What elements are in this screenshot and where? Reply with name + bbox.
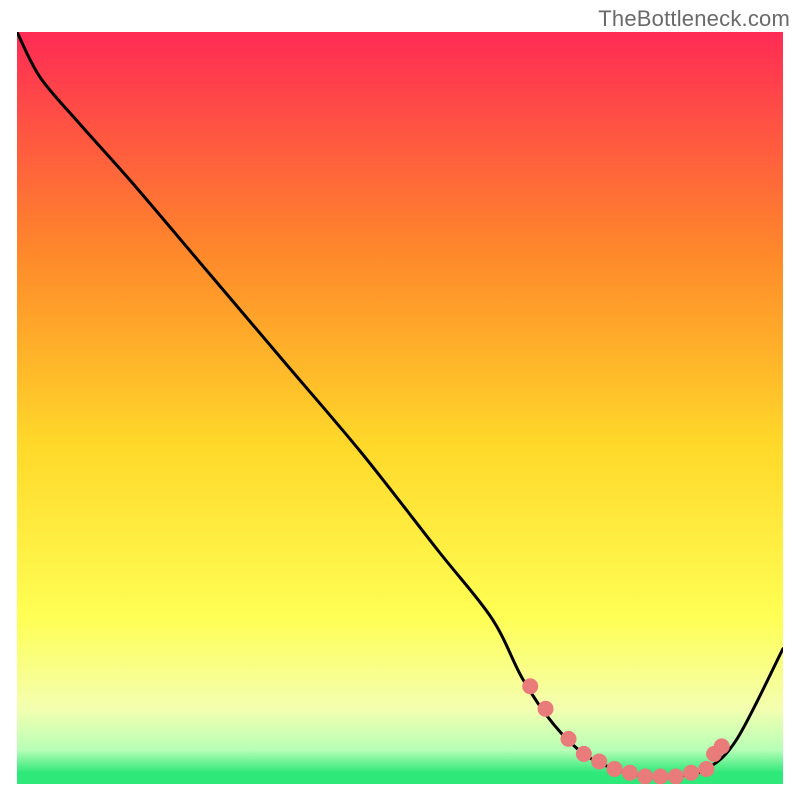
curve-marker [714,738,730,754]
curve-marker [637,768,653,784]
bottleneck-curve-path [17,32,783,777]
curve-marker [522,678,538,694]
curve-marker [538,701,554,717]
curve-marker [576,746,592,762]
plot-area [17,32,783,784]
chart-container: TheBottleneck.com [0,0,800,800]
curve-marker [622,765,638,781]
curve-marker [606,761,622,777]
curve-marker [698,761,714,777]
marker-group [522,678,730,784]
attribution-label: TheBottleneck.com [598,6,790,32]
curve-marker [668,768,684,784]
curve-layer [17,32,783,784]
curve-marker [652,768,668,784]
curve-marker [561,731,577,747]
curve-marker [683,765,699,781]
curve-marker [591,753,607,769]
